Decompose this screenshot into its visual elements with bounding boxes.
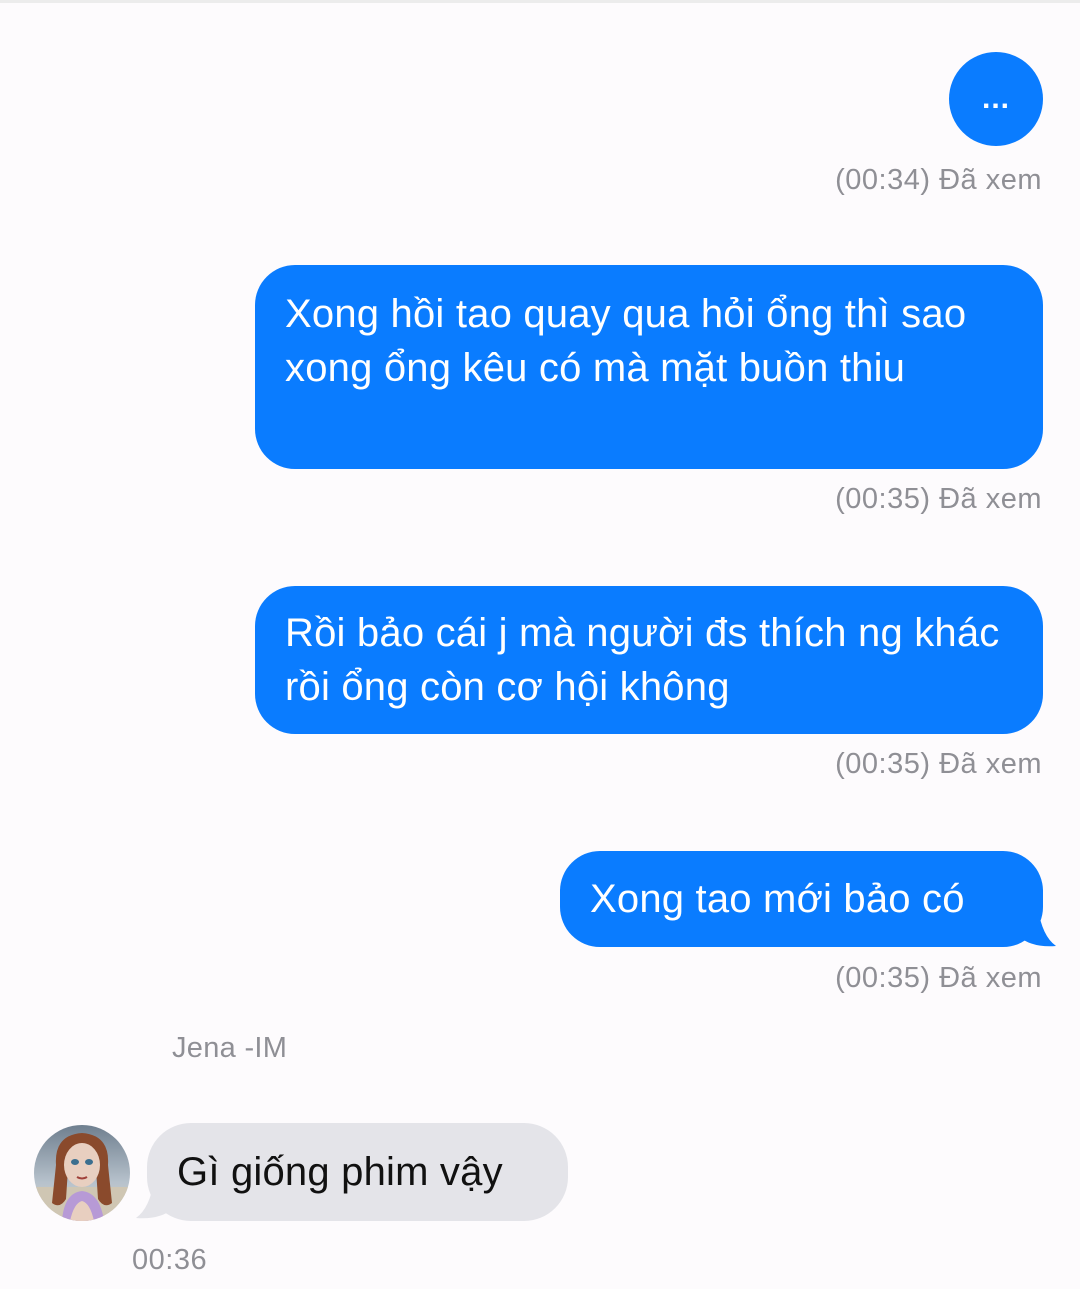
incoming-message-bubble[interactable]: Gì giống phim vậy <box>147 1123 568 1221</box>
bubble-tail <box>136 1180 174 1219</box>
message-text: Xong hồi tao quay qua hỏi ổng thì sao xo… <box>285 292 967 390</box>
outgoing-message-bubble[interactable]: ... <box>949 52 1043 146</box>
message-status: (00:35) Đã xem <box>835 962 1042 994</box>
outgoing-message-bubble[interactable]: Rồi bảo cái j mà người đs thích ng khác … <box>255 586 1043 734</box>
message-text: Gì giống phim vậy <box>177 1150 503 1194</box>
sender-name: Jena -IM <box>172 1032 288 1064</box>
message-status: (00:35) Đã xem <box>835 483 1042 515</box>
message-text: Rồi bảo cái j mà người đs thích ng khác … <box>285 611 1000 709</box>
chat-screen: { "messages": [ { "text": "...", "status… <box>0 0 1080 1289</box>
message-status: (00:35) Đã xem <box>835 748 1042 780</box>
top-divider <box>0 0 1080 3</box>
message-status: (00:34) Đã xem <box>835 164 1042 196</box>
bubble-tail <box>1018 908 1056 947</box>
outgoing-message-bubble[interactable]: Xong tao mới bảo có <box>560 851 1043 947</box>
message-text: Xong tao mới bảo có <box>590 877 965 921</box>
avatar-image <box>34 1125 130 1221</box>
message-time: 00:36 <box>132 1244 208 1276</box>
avatar[interactable] <box>34 1125 130 1221</box>
outgoing-message-bubble[interactable]: Xong hồi tao quay qua hỏi ổng thì sao xo… <box>255 265 1043 469</box>
message-text: ... <box>981 82 1010 115</box>
